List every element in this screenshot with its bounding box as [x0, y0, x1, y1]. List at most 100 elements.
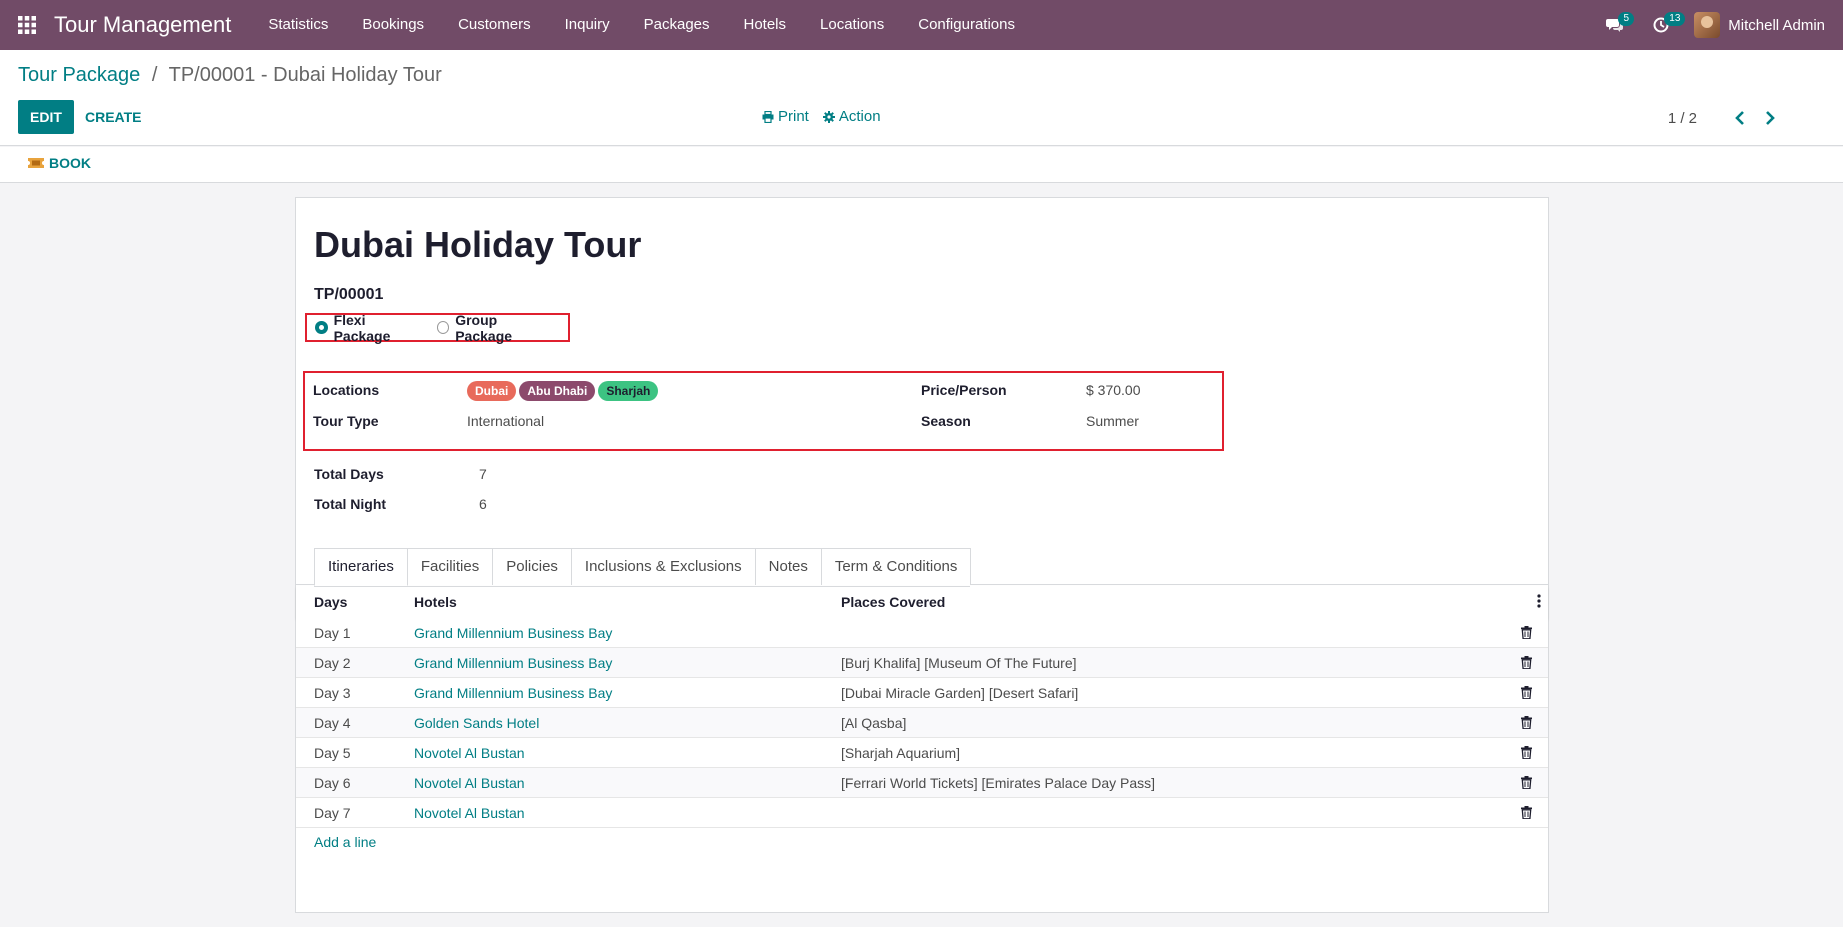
top-navbar: Tour Management Statistics Bookings Cust… [0, 0, 1843, 50]
menu-locations[interactable]: Locations [803, 0, 901, 50]
tab-facilities[interactable]: Facilities [406, 548, 494, 585]
avatar [1694, 12, 1721, 38]
tab-term-conditions[interactable]: Term & Conditions [820, 548, 972, 585]
radio-checked-icon[interactable] [315, 321, 328, 334]
print-label: Print [778, 108, 809, 125]
apps-grid-icon[interactable] [0, 0, 54, 50]
trash-icon[interactable] [1504, 656, 1548, 669]
print-button[interactable]: Print [762, 108, 809, 125]
tour-type-label: Tour Type [313, 413, 379, 429]
table-row[interactable]: Day 1 Grand Millennium Business Bay [296, 618, 1548, 648]
table-header: Days Hotels Places Covered [296, 586, 1548, 618]
day-cell: Day 5 [314, 744, 351, 761]
chevron-right-icon [1766, 111, 1775, 125]
tour-type-value: International [467, 413, 545, 429]
menu-inquiry[interactable]: Inquiry [548, 0, 627, 50]
record-title: Dubai Holiday Tour [314, 224, 642, 265]
menu-configurations[interactable]: Configurations [901, 0, 1032, 50]
column-header-places[interactable]: Places Covered [841, 594, 1548, 610]
location-tag-sharjah[interactable]: Sharjah [598, 381, 659, 401]
app-title[interactable]: Tour Management [54, 12, 231, 38]
control-panel: Tour Package / TP/00001 - Dubai Holiday … [0, 50, 1843, 146]
action-bar: Print Action [762, 108, 881, 125]
pager-previous-button[interactable] [1725, 108, 1755, 128]
itinerary-table: Days Hotels Places Covered Day 1 Grand Mi… [296, 586, 1548, 828]
action-button[interactable]: Action [822, 108, 881, 125]
trash-icon[interactable] [1504, 746, 1548, 759]
record-reference: TP/00001 [314, 286, 384, 303]
book-label: BOOK [49, 155, 91, 171]
trash-icon[interactable] [1504, 806, 1548, 819]
table-row[interactable]: Day 5 Novotel Al Bustan [Sharjah Aquarium] [296, 738, 1548, 768]
radio-unchecked-icon[interactable] [436, 321, 450, 334]
user-name: Mitchell Admin [1728, 16, 1825, 34]
pager-next-button[interactable] [1755, 108, 1785, 128]
trash-icon[interactable] [1504, 776, 1548, 789]
form-statusbar: BOOK [0, 147, 1843, 183]
activities-button[interactable]: 13 [1638, 0, 1686, 50]
main-menu: Statistics Bookings Customers Inquiry Pa… [251, 0, 1032, 50]
day-cell: Day 1 [314, 624, 351, 641]
print-icon [762, 110, 774, 123]
tab-policies[interactable]: Policies [492, 548, 572, 585]
places-covered-cell: [Dubai Miracle Garden] [Desert Safari] [841, 684, 1079, 701]
hotel-link[interactable]: Grand Millennium Business Bay [414, 685, 841, 701]
hotel-link[interactable]: Novotel Al Bustan [414, 775, 841, 791]
hotel-link[interactable]: Grand Millennium Business Bay [414, 625, 841, 641]
menu-customers[interactable]: Customers [441, 0, 548, 50]
breadcrumb-current: TP/00001 - Dubai Holiday Tour [168, 64, 442, 86]
tab-inclusions-exclusions[interactable]: Inclusions & Exclusions [570, 548, 756, 585]
tab-notes[interactable]: Notes [754, 548, 822, 585]
gear-icon [822, 110, 835, 123]
menu-hotels[interactable]: Hotels [727, 0, 804, 50]
table-row[interactable]: Day 4 Golden Sands Hotel [Al Qasba] [296, 708, 1548, 738]
messages-button[interactable]: 5 [1592, 0, 1638, 50]
places-covered-cell: [Sharjah Aquarium] [841, 744, 961, 761]
total-night-label: Total Night [314, 496, 387, 512]
messages-counter-badge: 5 [1618, 12, 1635, 26]
add-a-line-link[interactable]: Add a line [314, 834, 376, 850]
flexi-package-label: Flexi Package [333, 311, 391, 344]
menu-packages[interactable]: Packages [627, 0, 727, 50]
create-button[interactable]: CREATE [85, 100, 142, 134]
column-header-days[interactable]: Days [296, 594, 414, 610]
edit-button[interactable]: EDIT [18, 100, 74, 134]
column-header-hotels[interactable]: Hotels [414, 594, 841, 610]
table-row[interactable]: Day 3 Grand Millennium Business Bay [Dubai… [296, 678, 1548, 708]
hotel-link[interactable]: Novotel Al Bustan [414, 805, 841, 821]
group-package-option[interactable]: Group Package [436, 312, 554, 344]
user-menu[interactable]: Mitchell Admin [1684, 0, 1843, 50]
day-cell: Day 4 [314, 714, 351, 731]
hotel-link[interactable]: Grand Millennium Business Bay [414, 655, 841, 671]
action-label: Action [838, 108, 881, 125]
tab-itineraries[interactable]: Itineraries [314, 548, 408, 586]
menu-statistics[interactable]: Statistics [251, 0, 345, 50]
pager: 1 / 2 [1668, 108, 1785, 128]
hotel-link[interactable]: Golden Sands Hotel [414, 715, 841, 731]
trash-icon[interactable] [1504, 716, 1548, 729]
activities-counter-badge: 13 [1664, 12, 1686, 26]
total-days-value: 7 [479, 466, 487, 482]
pager-value[interactable]: 1 / 2 [1668, 110, 1697, 127]
package-type-radio-group: Flexi Package Group Package [305, 312, 570, 344]
day-cell: Day 7 [314, 804, 351, 821]
location-tag-abu-dhabi[interactable]: Abu Dhabi [519, 381, 596, 401]
season-value: Summer [1086, 413, 1139, 429]
flexi-package-option[interactable]: Flexi Package [315, 312, 423, 344]
total-night-value: 6 [479, 496, 487, 512]
breadcrumb-parent-link[interactable]: Tour Package [18, 64, 140, 86]
form-sheet: Dubai Holiday Tour TP/00001 Flexi Packag… [295, 197, 1549, 913]
hotel-link[interactable]: Novotel Al Bustan [414, 745, 841, 761]
table-row[interactable]: Day 7 Novotel Al Bustan [296, 798, 1548, 828]
locations-label: Locations [313, 382, 380, 398]
optional-columns-icon[interactable] [1534, 594, 1544, 608]
day-cell: Day 2 [314, 654, 351, 671]
table-row[interactable]: Day 2 Grand Millennium Business Bay [Burj … [296, 648, 1548, 678]
menu-bookings[interactable]: Bookings [345, 0, 441, 50]
trash-icon[interactable] [1504, 626, 1548, 639]
book-button[interactable]: BOOK [28, 155, 91, 171]
table-row[interactable]: Day 6 Novotel Al Bustan [Ferrari World Tic… [296, 768, 1548, 798]
chevron-left-icon [1735, 111, 1744, 125]
trash-icon[interactable] [1504, 686, 1548, 699]
location-tag-dubai[interactable]: Dubai [467, 381, 517, 401]
